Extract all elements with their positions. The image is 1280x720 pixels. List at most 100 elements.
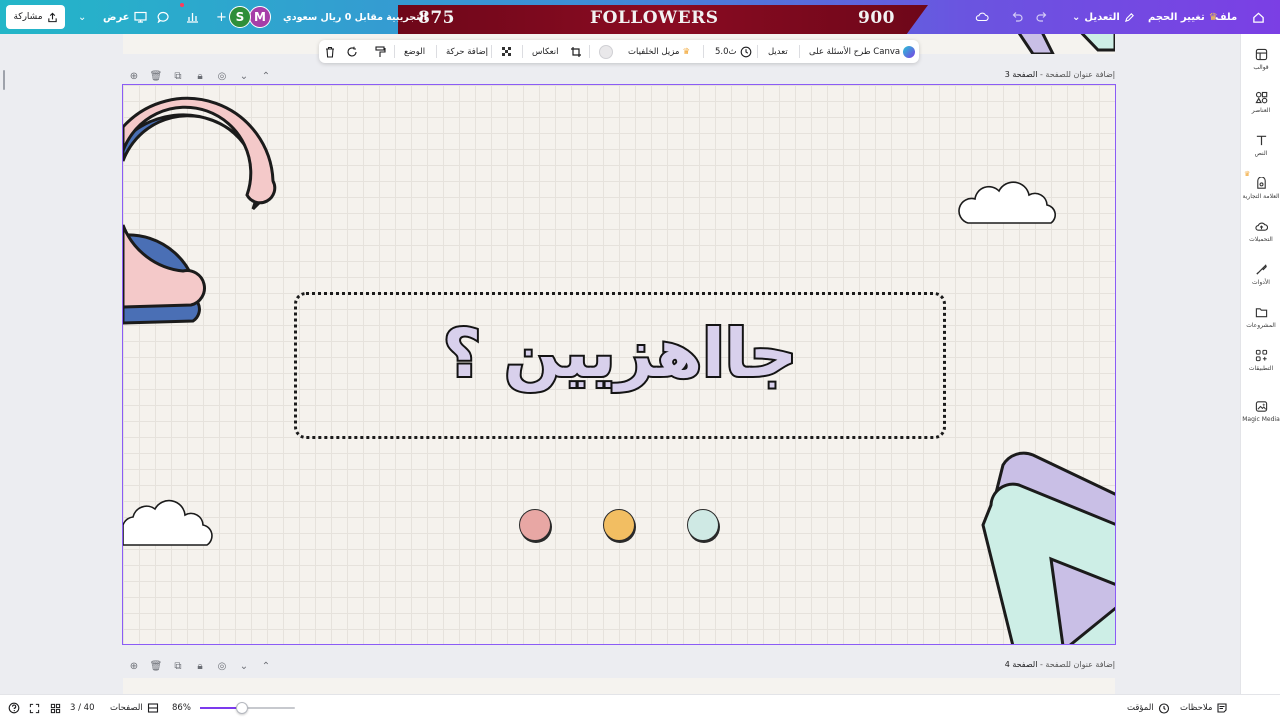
- yellow-dot[interactable]: [603, 509, 635, 541]
- chevron-up-icon[interactable]: ⌃: [259, 659, 273, 673]
- crop-button[interactable]: [570, 40, 582, 63]
- pages-label: الصفحات: [110, 703, 143, 713]
- duplicate-icon[interactable]: ⧉: [171, 659, 185, 673]
- cloud-bottom-left: [123, 499, 213, 546]
- notes-button[interactable]: ملاحظات: [1180, 695, 1228, 720]
- transparency-button[interactable]: [501, 40, 513, 63]
- trial-offer-text[interactable]: التجريبية مقابل 0 ريال سعودي: [283, 0, 427, 34]
- insights-button[interactable]: [186, 0, 199, 34]
- edit-button[interactable]: تعديل: [768, 40, 788, 63]
- paint-roller-icon: [375, 45, 386, 57]
- notes-label: ملاحظات: [1180, 703, 1213, 713]
- redo-icon: [1036, 12, 1047, 22]
- animate-button[interactable]: إضافة حركة: [446, 40, 488, 63]
- background-remover-button[interactable]: مزيل الخلفيات ♛: [628, 40, 690, 63]
- pink-arch-middle: [123, 224, 206, 325]
- duplicate-icon[interactable]: ⧉: [171, 69, 185, 83]
- avatar[interactable]: S: [229, 6, 251, 28]
- delete-element-button[interactable]: [324, 40, 336, 63]
- share-button[interactable]: مشاركة: [6, 5, 65, 29]
- title-text-box[interactable]: جااهزيين ؟: [294, 292, 946, 439]
- ask-canva-button[interactable]: طرح الأسئلة على Canva: [809, 40, 916, 63]
- resize-button[interactable]: تغيير الحجم ♛: [1148, 0, 1218, 34]
- uploads-icon: [1254, 222, 1268, 231]
- sidebar-item-elements[interactable]: العناصر: [1241, 91, 1280, 114]
- add-page-icon[interactable]: ⊕: [127, 659, 141, 673]
- hide-icon[interactable]: ◎: [215, 659, 229, 673]
- context-toolbar: طرح الأسئلة على Canva تعديل 5.0ث مزيل ال…: [319, 40, 919, 63]
- position-button[interactable]: الوضع: [404, 40, 425, 63]
- design-page[interactable]: جااهزيين ؟: [122, 84, 1116, 645]
- lock-icon[interactable]: 🔒︎: [193, 69, 207, 83]
- zoom-level[interactable]: 86%: [172, 695, 191, 720]
- avatar[interactable]: M: [249, 6, 271, 28]
- undo-button[interactable]: [1011, 0, 1023, 34]
- cloud-check-icon: [975, 12, 989, 22]
- sidebar-item-label: Magic Media: [1242, 416, 1280, 423]
- design-title[interactable]: جااهزيين ؟: [297, 313, 943, 394]
- sidebar-item-text[interactable]: النص: [1241, 134, 1280, 157]
- color-swatch-button[interactable]: [599, 40, 613, 63]
- chevron-down-icon[interactable]: ⌄: [237, 659, 251, 673]
- lock-icon[interactable]: 🔒︎: [193, 659, 207, 673]
- next-page-preview[interactable]: [123, 678, 1115, 694]
- pages-view-button[interactable]: الصفحات: [110, 695, 159, 720]
- page-tools: ⊕ 🗑︎ ⧉ 🔒︎ ◎ ⌄ ⌃: [127, 69, 273, 83]
- page-title[interactable]: إضافة عنوان للصفحة - الصفحة 4: [1005, 660, 1115, 669]
- edit-mode-label: التعديل: [1084, 11, 1120, 23]
- flip-button[interactable]: انعكاس: [532, 40, 559, 63]
- help-button[interactable]: [8, 695, 20, 720]
- file-menu[interactable]: ملف: [1215, 0, 1237, 34]
- sidebar-item-apps[interactable]: التطبيقات: [1241, 349, 1280, 372]
- comments-button[interactable]: [157, 0, 170, 34]
- toolbar-divider: [394, 45, 395, 58]
- trash-icon[interactable]: 🗑︎: [149, 69, 163, 83]
- add-page-icon[interactable]: ⊕: [127, 69, 141, 83]
- comment-icon: [157, 11, 169, 23]
- sidebar-item-label: قوالب: [1253, 64, 1269, 71]
- redo-button[interactable]: [1036, 0, 1048, 34]
- sidebar-item-magic-media[interactable]: Magic Media: [1241, 400, 1280, 423]
- sidebar-item-tools[interactable]: الأدوات: [1241, 263, 1280, 286]
- sidebar-item-label: المشروعات: [1246, 322, 1276, 329]
- top-bar: ملف تغيير الحجم ♛ ⌄ التعديل 875 FOLLOWER…: [0, 0, 1280, 34]
- cloud-save-status[interactable]: [975, 0, 989, 34]
- add-collaborator-button[interactable]: +: [216, 0, 227, 34]
- sidebar-item-label: الأدوات: [1252, 279, 1270, 286]
- duration-button[interactable]: 5.0ث: [715, 40, 752, 63]
- chevron-up-icon[interactable]: ⌃: [259, 69, 273, 83]
- banner-right-number: 900: [858, 8, 895, 28]
- grid-view-button[interactable]: [50, 695, 61, 720]
- projects-icon: [1255, 308, 1267, 318]
- sidebar-item-templates[interactable]: قوالب: [1241, 48, 1280, 71]
- sidebar-item-projects[interactable]: المشروعات: [1241, 306, 1280, 329]
- vertical-scrollbar[interactable]: [3, 70, 5, 90]
- copy-style-button[interactable]: [374, 40, 386, 63]
- more-options-button[interactable]: ⌄: [78, 0, 86, 34]
- fullscreen-button[interactable]: [29, 695, 40, 720]
- rotate-comment-icon: [347, 46, 357, 57]
- mint-dot[interactable]: [687, 509, 719, 541]
- comment-sync-button[interactable]: [346, 40, 358, 63]
- hide-icon[interactable]: ◎: [215, 69, 229, 83]
- pink-dot[interactable]: [519, 509, 551, 541]
- toolbar-divider: [491, 45, 492, 58]
- trash-icon[interactable]: 🗑︎: [149, 659, 163, 673]
- edit-mode-button[interactable]: ⌄ التعديل: [1072, 0, 1135, 34]
- page-title[interactable]: إضافة عنوان للصفحة - الصفحة 3: [1005, 70, 1115, 79]
- page-title-placeholder: إضافة عنوان للصفحة: [1045, 70, 1115, 79]
- elements-icon: [1254, 91, 1267, 104]
- timer-button[interactable]: المؤقت: [1127, 695, 1170, 720]
- zoom-slider-handle[interactable]: [236, 702, 248, 714]
- sidebar-item-brand[interactable]: العلامة التجارية: [1241, 177, 1280, 200]
- sidebar-item-uploads[interactable]: التحميلات: [1241, 220, 1280, 243]
- magic-media-icon: [1255, 401, 1267, 412]
- canva-logo-icon: [903, 45, 916, 58]
- present-button[interactable]: عرض: [103, 0, 147, 34]
- home-button[interactable]: [1252, 0, 1265, 34]
- undo-icon: [1012, 12, 1023, 22]
- background-remover-label: مزيل الخلفيات: [628, 46, 680, 57]
- present-label: عرض: [103, 11, 130, 23]
- page-header-3: ⊕ 🗑︎ ⧉ 🔒︎ ◎ ⌄ ⌃ إضافة عنوان للصفحة - الص…: [123, 68, 1115, 84]
- chevron-down-icon[interactable]: ⌄: [237, 69, 251, 83]
